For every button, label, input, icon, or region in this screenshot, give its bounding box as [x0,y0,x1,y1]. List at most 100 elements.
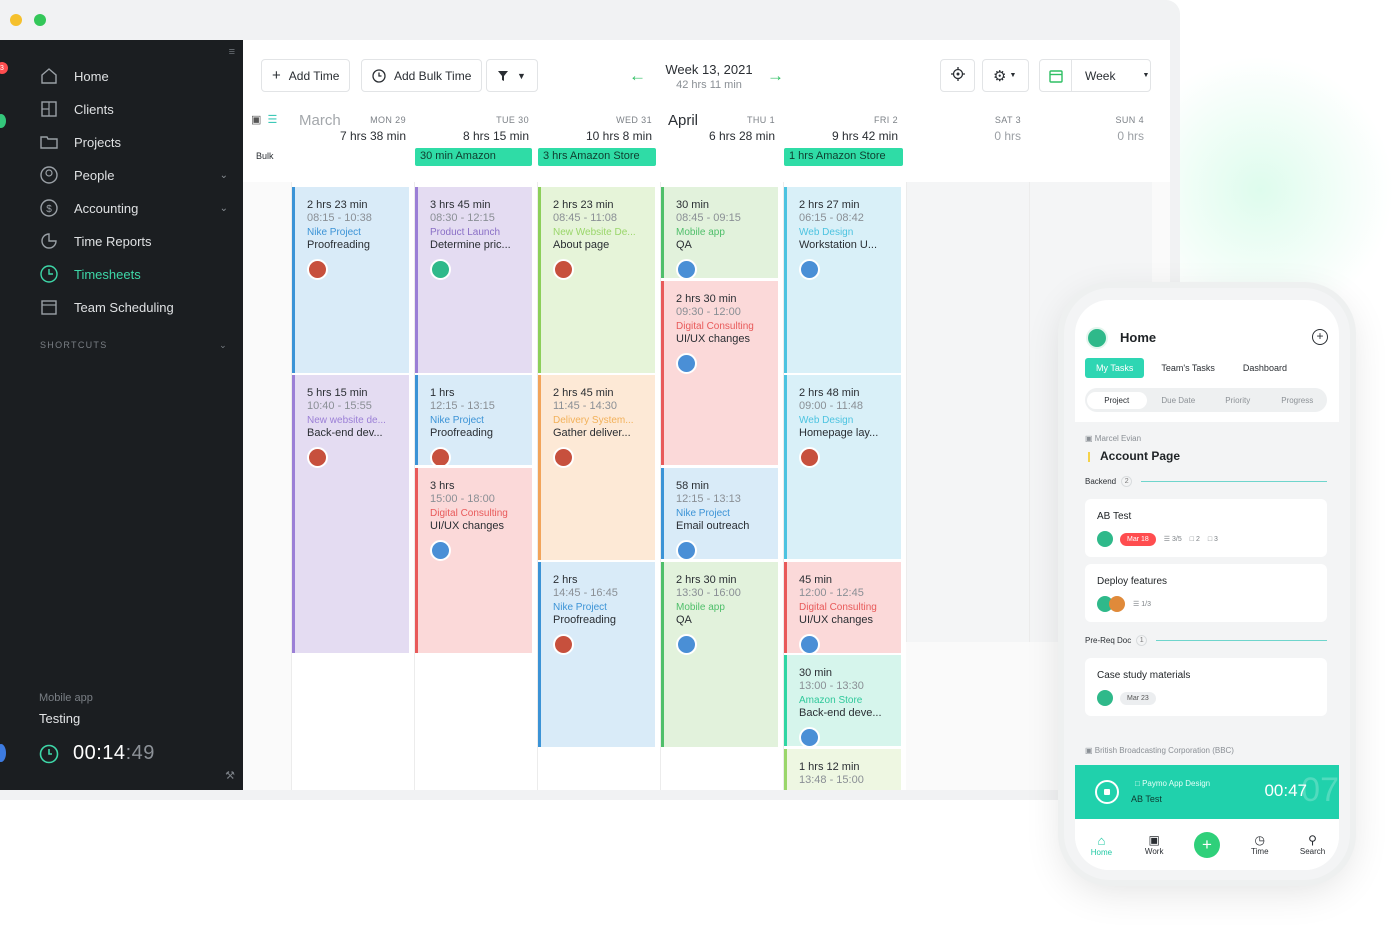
mobile-running-timer[interactable]: □ Paymo App Design AB Test 07 00:47 [1075,765,1339,819]
wrench-icon[interactable]: ⚒ [225,769,235,782]
bulk-label: Bulk [256,151,274,161]
day-name: THU 1 [746,115,775,125]
pie-chart-icon [38,230,60,252]
time-entry[interactable]: 2 hrs 30 min 13:30 - 16:00 Mobile app QA [661,562,778,747]
locate-today-button[interactable] [940,59,975,92]
section-label: Backend [1085,477,1117,486]
time-entry[interactable]: 45 min 12:00 - 12:45 Digital Consulting UI/… [784,562,901,653]
segment-project[interactable]: Project [1087,391,1147,409]
folder-icon [38,131,60,153]
settings-button[interactable]: ⚙ ▼ [982,59,1029,92]
task-title: Deploy features [1097,576,1168,587]
next-week-arrow-icon[interactable]: → [767,66,784,86]
time-entry[interactable]: 30 min 08:45 - 09:15 Mobile app QA [661,187,778,278]
entry-time-range: 12:15 - 13:13 [676,493,741,505]
time-entry[interactable]: 1 hrs 12 min 13:48 - 15:00 [784,749,901,790]
time-entry[interactable]: 3 hrs 15:00 - 18:00 Digital Consulting UI/U… [415,468,532,653]
nav-time[interactable]: ◷ Time [1240,833,1280,856]
day-header[interactable]: FRI 2 9 hrs 42 min [779,115,902,143]
user-avatar[interactable] [0,744,6,762]
tab-dashboard[interactable]: Dashboard [1232,358,1298,378]
chevron-down-icon[interactable]: ⌄ [220,203,228,214]
sidebar-item-home[interactable]: Home [38,63,228,89]
time-entry[interactable]: 2 hrs 14:45 - 16:45 Nike Project Proofreadi… [538,562,655,747]
project-title[interactable]: Account Page [1100,449,1180,463]
time-entry[interactable]: 2 hrs 30 min 09:30 - 12:00 Digital Consult… [661,281,778,465]
day-header[interactable]: TUE 30 8 hrs 15 min [410,115,533,143]
window-minimize-button[interactable] [10,14,22,26]
day-header[interactable]: SUN 4 0 hrs [1025,115,1148,143]
sidebar-item-team-scheduling[interactable]: Team Scheduling [38,294,228,320]
entry-task: Determine pric... [430,239,511,251]
day-total: 10 hrs 8 min [585,129,652,143]
running-timer[interactable]: 00:14:49 [39,742,155,765]
sidebar-item-projects[interactable]: Projects [38,129,228,155]
day-total: 0 hrs [1117,129,1144,143]
sidebar-item-people[interactable]: People ⌄ [38,162,228,188]
list-view-icon[interactable]: ☰ [268,114,278,126]
task-card[interactable]: Deploy features ☰ 1/3 [1085,564,1327,622]
time-entry[interactable]: 3 hrs 45 min 08:30 - 12:15 Product Launch D… [415,187,532,373]
week-total: 42 hrs 11 min [676,79,742,91]
tab-my-tasks[interactable]: My Tasks [1085,358,1145,378]
svg-text:$: $ [46,204,52,215]
day-header[interactable]: THU 1 6 hrs 28 min [656,115,779,143]
view-toggle-icons[interactable]: ▣ ☰ [251,113,277,126]
allday-entry[interactable]: 3 hrs Amazon Store [538,148,656,166]
add-bulk-time-button[interactable]: Add Bulk Time [361,59,483,92]
sidebar-item-time-reports[interactable]: Time Reports [38,228,228,254]
time-entry[interactable]: 2 hrs 23 min 08:15 - 10:38 Nike Project Pro… [292,187,409,373]
shortcuts-section[interactable]: SHORTCUTS ⌄ [40,340,228,350]
chevron-down-icon[interactable]: ⌄ [219,340,228,351]
stop-timer-icon[interactable] [1095,780,1119,804]
entry-time-range: 12:15 - 13:15 [430,400,495,412]
day-column[interactable] [906,182,1029,642]
day-header[interactable]: MON 29 7 hrs 38 min [287,115,410,143]
section-divider [1141,481,1327,482]
nav-work[interactable]: ▣ Work [1134,833,1174,856]
day-header[interactable]: WED 31 10 hrs 8 min [533,115,656,143]
time-entry[interactable]: 2 hrs 27 min 06:15 - 08:42 Web Design Works… [784,187,901,373]
segment-priority[interactable]: Priority [1208,396,1268,405]
nav-add[interactable]: + [1187,831,1227,858]
window-maximize-button[interactable] [34,14,46,26]
sidebar-item-clients[interactable]: Clients [38,96,228,122]
subtask-count: 1/3 [1141,600,1151,608]
section-header[interactable]: Pre-Req Doc 1 [1085,635,1327,646]
add-time-button[interactable]: + Add Time [261,59,351,92]
time-entry[interactable]: 58 min 12:15 - 13:13 Nike Project Email out… [661,468,778,559]
nav-search[interactable]: ⚲ Search [1293,833,1333,856]
collapse-sidebar-icon[interactable]: ≡ [229,46,235,58]
avatar[interactable] [1086,327,1108,349]
add-circle-icon[interactable]: + [1312,329,1328,345]
entry-project: Product Launch [430,227,501,238]
allday-entry[interactable]: 30 min Amazon [415,148,532,166]
person-icon [38,164,60,186]
timer-project: □ Paymo App Design [1135,779,1210,788]
filter-button[interactable]: ▼ [486,59,538,92]
time-entry[interactable]: 1 hrs 12:15 - 13:15 Nike Project Proofreadi… [415,375,532,465]
time-entry[interactable]: 2 hrs 45 min 11:45 - 14:30 Delivery System… [538,375,655,560]
task-card[interactable]: AB Test Mar 18 ☰ 3/5 □ 2 □ 3 [1085,499,1327,557]
section-header[interactable]: Backend 2 [1085,476,1327,487]
time-entry[interactable]: 30 min 13:00 - 13:30 Amazon Store Back-end … [784,655,901,746]
day-header[interactable]: SAT 3 0 hrs [902,115,1025,143]
segment-due-date[interactable]: Due Date [1149,396,1209,405]
nav-home[interactable]: ⌂ Home [1081,833,1121,857]
entry-task: QA [676,239,692,251]
sidebar-item-timesheets[interactable]: Timesheets [38,261,228,287]
due-date-badge: Mar 18 [1120,532,1156,546]
task-title: Case study materials [1097,670,1191,681]
time-entry[interactable]: 5 hrs 15 min 10:40 - 15:55 New website de.… [292,375,409,653]
view-selector[interactable]: Week ▼ [1039,59,1151,92]
sidebar-item-accounting[interactable]: $ Accounting ⌄ [38,195,228,221]
task-card[interactable]: Case study materials Mar 23 [1085,658,1327,716]
avatar [676,353,697,374]
split-view-icon[interactable]: ▣ [251,114,261,126]
segment-progress[interactable]: Progress [1268,396,1328,405]
allday-entry[interactable]: 1 hrs Amazon Store [784,148,903,166]
time-entry[interactable]: 2 hrs 23 min 08:45 - 11:08 New Website De.… [538,187,655,373]
chevron-down-icon[interactable]: ⌄ [220,170,228,181]
time-entry[interactable]: 2 hrs 48 min 09:00 - 11:48 Web Design Homep… [784,375,901,559]
tab-teams-tasks[interactable]: Team's Tasks [1150,358,1226,378]
